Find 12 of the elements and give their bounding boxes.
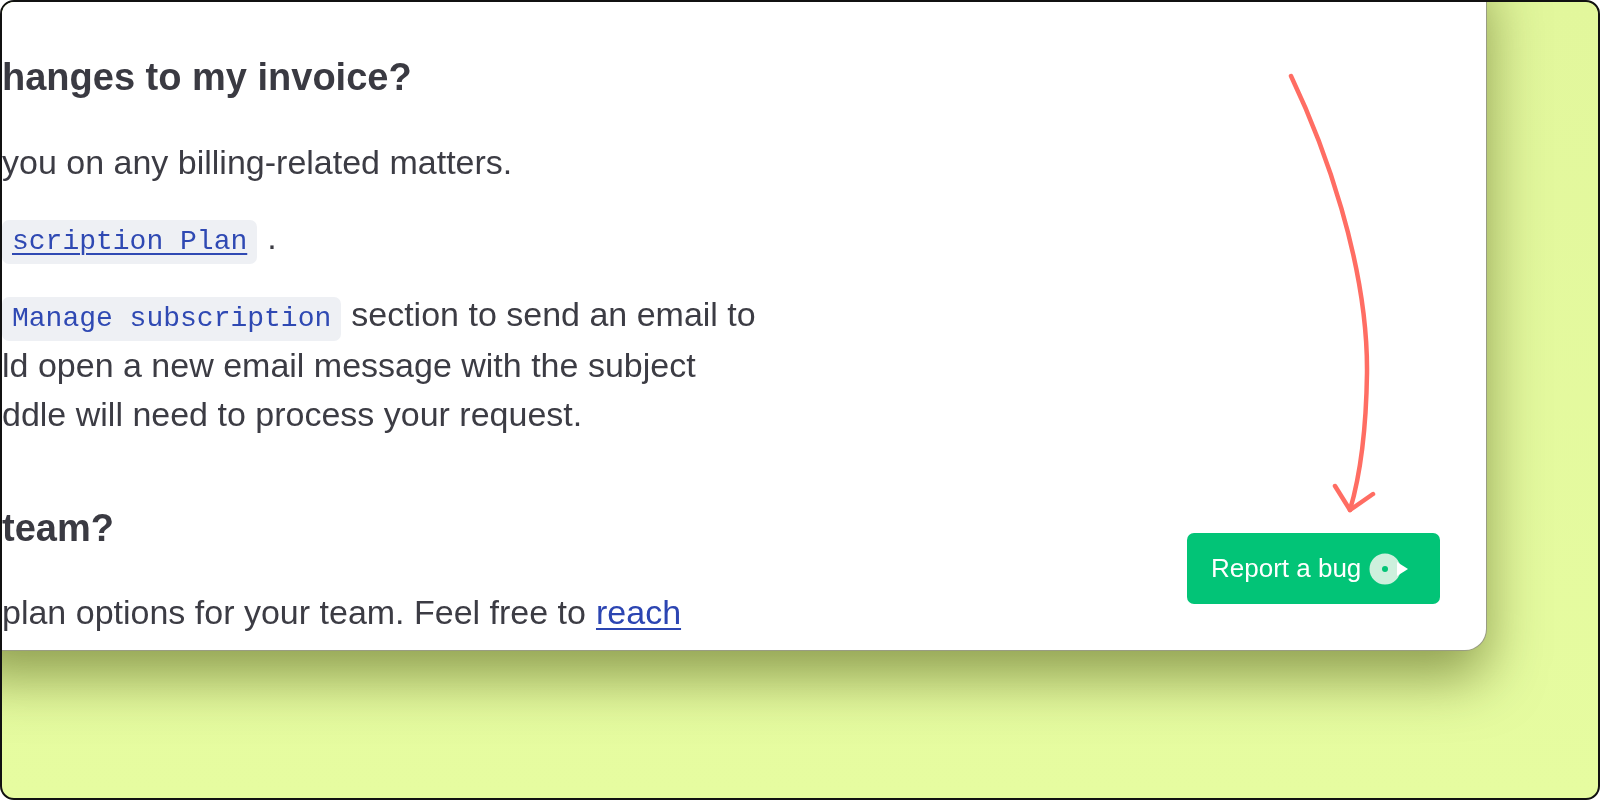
- text-link[interactable]: reach: [596, 588, 682, 638]
- section-heading: hanges to my invoice?: [2, 55, 412, 100]
- code-link[interactable]: scription Plan: [2, 219, 258, 264]
- pin-icon: [1369, 552, 1410, 585]
- paragraph-text: plan options for your team. Feel free to: [2, 592, 586, 634]
- code-snippet: Manage subscription: [2, 296, 342, 341]
- paragraph-text: you on any billing-related matters.: [2, 141, 513, 183]
- paragraph-text: section to send an email to: [351, 293, 756, 335]
- section-heading: team?: [2, 505, 114, 551]
- paragraph-text: .: [267, 216, 277, 258]
- paragraph-text: ld open a new email message with the subject: [2, 344, 696, 386]
- paragraph-text: ddle will need to process your request.: [2, 393, 583, 435]
